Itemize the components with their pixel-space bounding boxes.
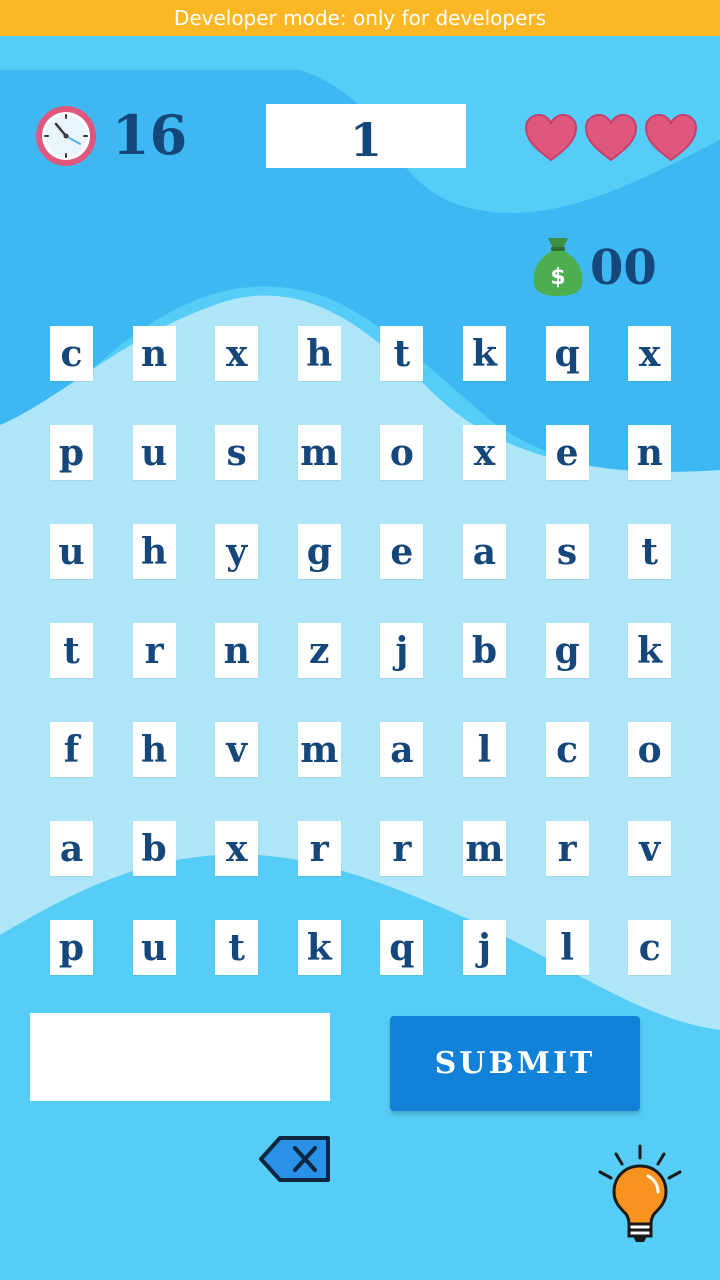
letter-tile[interactable]: c (545, 722, 589, 777)
letter-tile[interactable]: b (132, 821, 176, 876)
letter-tile[interactable]: x (215, 326, 259, 381)
letter-tile[interactable]: q (545, 326, 589, 381)
letter-tile[interactable]: c (628, 920, 672, 975)
letter-tile[interactable]: o (380, 425, 424, 480)
letter-tile[interactable]: x (215, 821, 259, 876)
letter-tile[interactable]: y (215, 524, 259, 579)
letter-tile[interactable]: f (50, 722, 93, 777)
letter-tile[interactable]: s (545, 524, 589, 579)
letter-tile[interactable]: t (215, 920, 259, 975)
letter-tile[interactable]: h (132, 524, 176, 579)
backspace-icon[interactable] (258, 1134, 332, 1184)
letter-tile[interactable]: e (380, 524, 424, 579)
letter-tile[interactable]: s (215, 425, 259, 480)
letter-tile[interactable]: h (297, 326, 341, 381)
lightbulb-icon[interactable] (596, 1142, 684, 1246)
lives-display (524, 112, 698, 164)
level-display: 1 (266, 104, 466, 168)
letter-tile[interactable]: o (628, 722, 672, 777)
letter-tile[interactable]: m (297, 722, 341, 777)
heart-icon (584, 113, 638, 162)
letter-tile[interactable]: j (380, 623, 424, 678)
letter-tile[interactable]: v (628, 821, 672, 876)
letter-tile[interactable]: c (50, 326, 93, 381)
letter-tile[interactable]: p (50, 425, 93, 480)
letter-tile[interactable]: x (628, 326, 672, 381)
letter-tile[interactable]: j (462, 920, 506, 975)
letter-tile[interactable]: e (545, 425, 589, 480)
letter-tile[interactable]: a (50, 821, 93, 876)
letter-tile[interactable]: t (380, 326, 424, 381)
svg-text:$: $ (550, 265, 565, 290)
letter-tile[interactable]: r (132, 623, 176, 678)
letter-tile[interactable]: a (462, 524, 506, 579)
letter-tile[interactable]: n (215, 623, 259, 678)
letter-tile[interactable]: m (297, 425, 341, 480)
money-bag-icon: $ (533, 238, 583, 296)
letter-tile[interactable]: a (380, 722, 424, 777)
letter-tile[interactable]: u (132, 920, 176, 975)
letter-grid: c n x h t k q x p u s m o x e n u h y g … (50, 326, 672, 975)
letter-tile[interactable]: r (545, 821, 589, 876)
letter-tile[interactable]: r (380, 821, 424, 876)
letter-tile[interactable]: u (132, 425, 176, 480)
letter-tile[interactable]: g (297, 524, 341, 579)
letter-tile[interactable]: h (132, 722, 176, 777)
letter-tile[interactable]: g (545, 623, 589, 678)
clock-icon (36, 106, 96, 166)
letter-tile[interactable]: p (50, 920, 93, 975)
letter-tile[interactable]: l (545, 920, 589, 975)
heart-icon (524, 113, 578, 162)
letter-tile[interactable]: v (215, 722, 259, 777)
letter-tile[interactable]: k (462, 326, 506, 381)
developer-mode-banner: Developer mode: only for developers (0, 0, 720, 36)
letter-tile[interactable]: n (132, 326, 176, 381)
letter-tile[interactable]: k (297, 920, 341, 975)
timer-value: 16 (112, 103, 188, 167)
letter-tile[interactable]: t (50, 623, 93, 678)
letter-tile[interactable]: q (380, 920, 424, 975)
answer-input[interactable] (30, 1013, 330, 1101)
letter-tile[interactable]: u (50, 524, 93, 579)
letter-tile[interactable]: l (462, 722, 506, 777)
submit-button[interactable]: SUBMIT (390, 1016, 640, 1111)
letter-tile[interactable]: x (462, 425, 506, 480)
letter-tile[interactable]: r (297, 821, 341, 876)
letter-tile[interactable]: b (462, 623, 506, 678)
heart-icon (644, 113, 698, 162)
money-value: 00 (590, 240, 657, 296)
letter-tile[interactable]: k (628, 623, 672, 678)
letter-tile[interactable]: n (628, 425, 672, 480)
letter-tile[interactable]: m (462, 821, 506, 876)
letter-tile[interactable]: z (297, 623, 341, 678)
letter-tile[interactable]: t (628, 524, 672, 579)
